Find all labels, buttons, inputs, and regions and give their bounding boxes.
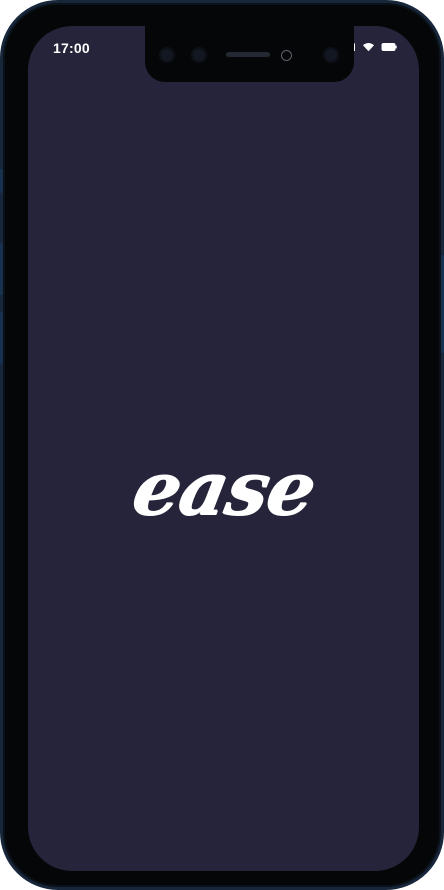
wifi-icon xyxy=(363,42,374,52)
status-time: 17:00 xyxy=(53,40,90,56)
phone-frame: 17:00 ease xyxy=(0,0,444,890)
sensor-dot xyxy=(191,47,207,63)
device-notch xyxy=(145,26,354,82)
front-camera-icon xyxy=(281,50,292,61)
logo-wordmark: ease xyxy=(125,446,322,532)
sensor-dot xyxy=(159,47,175,63)
speaker-grill xyxy=(226,52,270,57)
volume-up-button xyxy=(0,243,3,295)
app-screen: 17:00 ease xyxy=(28,26,419,871)
battery-icon xyxy=(381,43,397,51)
mute-switch xyxy=(0,169,3,193)
sensor-dot xyxy=(323,47,339,63)
app-logo: ease xyxy=(28,446,419,532)
volume-down-button xyxy=(0,312,3,364)
